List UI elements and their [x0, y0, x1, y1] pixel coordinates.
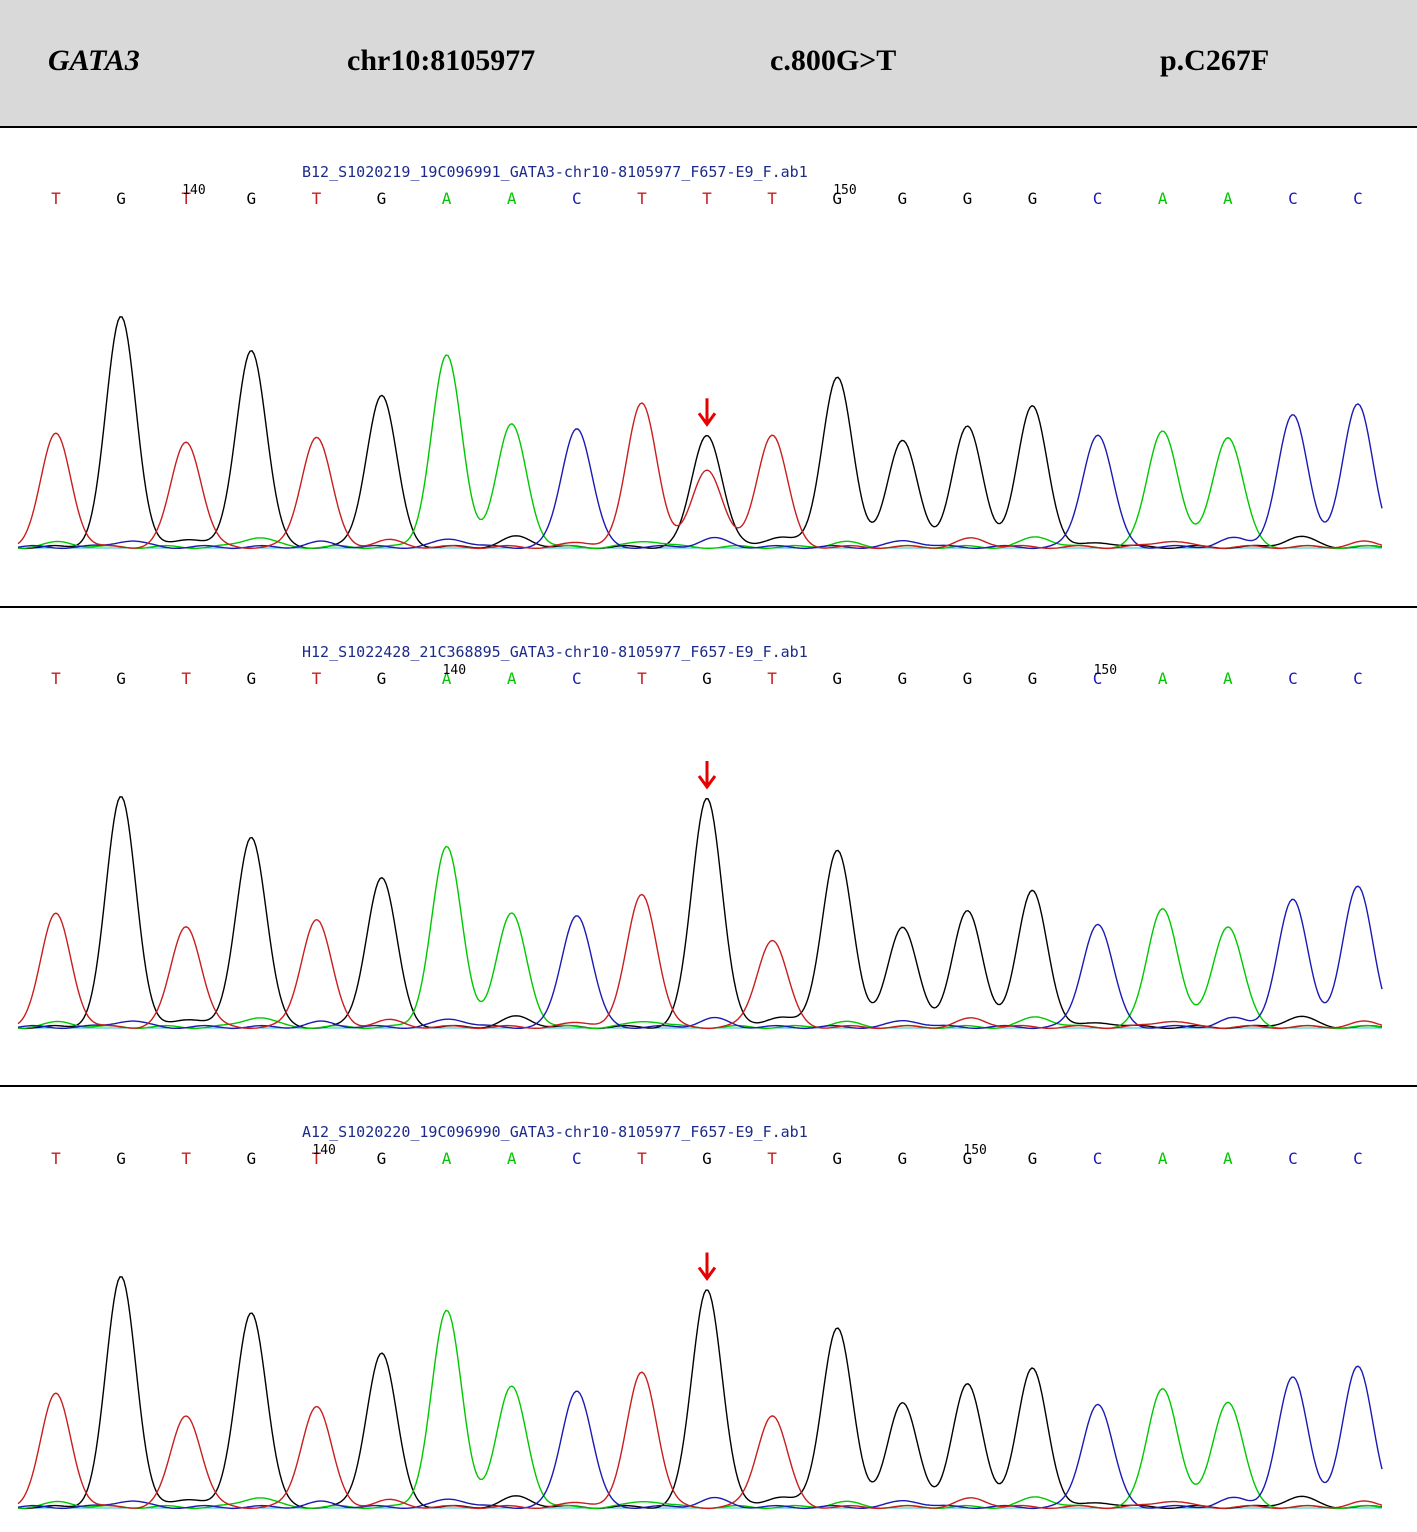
base-call-label: G: [116, 669, 126, 688]
position-label: 150: [833, 183, 856, 198]
base-call-label: G: [116, 189, 126, 208]
base-call-label: A: [1158, 669, 1168, 688]
base-call-label: T: [767, 1149, 777, 1168]
base-call-label: C: [1288, 189, 1298, 208]
base-call-label: G: [832, 1149, 842, 1168]
base-call-label: A: [1158, 189, 1168, 208]
base-call-label: T: [637, 1149, 647, 1168]
position-label: 140: [443, 663, 466, 678]
position-label: 150: [963, 1143, 986, 1158]
base-call-label: A: [1223, 669, 1233, 688]
variant-arrow-icon: [697, 1252, 717, 1282]
base-call-label: G: [246, 669, 256, 688]
base-call-label: T: [312, 189, 322, 208]
base-call-label: T: [181, 669, 191, 688]
base-call-label: G: [832, 669, 842, 688]
base-call-label: A: [507, 1149, 517, 1168]
variant-arrow-icon: [697, 398, 717, 427]
base-call-label: G: [963, 669, 973, 688]
base-call-label: T: [312, 669, 322, 688]
base-call-label: G: [116, 1149, 126, 1168]
trace-filename: B12_S1020219_19C096991_GATA3-chr10-81059…: [302, 163, 808, 181]
base-call-label: G: [246, 189, 256, 208]
base-call-label: A: [1223, 1149, 1233, 1168]
trace-filename: H12_S1022428_21C368895_GATA3-chr10-81059…: [302, 643, 808, 661]
base-call-label: C: [572, 189, 582, 208]
trace-channel-A: [17, 845, 1383, 1030]
position-label: 140: [312, 1143, 335, 1158]
base-call-label: T: [637, 669, 647, 688]
trace-channel-T: [17, 893, 1383, 1030]
base-call-label: A: [507, 669, 517, 688]
base-call-label: G: [377, 1149, 387, 1168]
base-call-label: T: [181, 1149, 191, 1168]
base-call-label: G: [702, 1149, 712, 1168]
position-label: 140: [182, 183, 205, 198]
base-call-label: G: [1028, 669, 1038, 688]
chromatogram-panel: B12_S1020219_19C096991_GATA3-chr10-81059…: [17, 163, 1383, 550]
trace-filename: A12_S1020220_19C096990_GATA3-chr10-81059…: [302, 1123, 808, 1141]
position-label: 150: [1094, 663, 1117, 678]
variant-arrow-icon: [697, 761, 717, 790]
base-call-label: T: [637, 189, 647, 208]
base-call-label: T: [702, 189, 712, 208]
base-call-label: T: [767, 189, 777, 208]
base-call-label: G: [702, 669, 712, 688]
base-call-label: A: [442, 1149, 452, 1168]
base-call-label: C: [1288, 669, 1298, 688]
trace-channel-G: [17, 796, 1383, 1030]
base-call-label: A: [1223, 189, 1233, 208]
trace-channel-A: [17, 1309, 1383, 1510]
base-call-label: G: [246, 1149, 256, 1168]
base-call-label: C: [1288, 1149, 1298, 1168]
trace-channel-G: [17, 316, 1383, 550]
base-call-label: G: [897, 669, 907, 688]
trace-channel-C: [17, 885, 1383, 1030]
base-call-label: G: [377, 189, 387, 208]
base-call-label: A: [442, 189, 452, 208]
trace-channel-C: [17, 1365, 1383, 1510]
base-call-label: G: [897, 1149, 907, 1168]
base-call-label: T: [51, 669, 61, 688]
base-call-label: G: [377, 669, 387, 688]
base-call-label: C: [1093, 189, 1103, 208]
base-call-label: A: [1158, 1149, 1168, 1168]
base-call-label: T: [51, 189, 61, 208]
base-call-label: G: [1028, 189, 1038, 208]
base-call-label: C: [1353, 189, 1363, 208]
trace-channel-A: [17, 354, 1383, 550]
chromatogram-panels: B12_S1020219_19C096991_GATA3-chr10-81059…: [17, 163, 1383, 1510]
base-call-label: T: [767, 669, 777, 688]
base-call-label: G: [1028, 1149, 1038, 1168]
base-call-label: T: [51, 1149, 61, 1168]
base-call-label: C: [572, 669, 582, 688]
base-call-label: C: [1353, 1149, 1363, 1168]
chromatogram-panel: H12_S1022428_21C368895_GATA3-chr10-81059…: [17, 643, 1383, 1030]
base-call-label: C: [1093, 1149, 1103, 1168]
trace-channel-T: [17, 1371, 1383, 1510]
chromatogram-panel: A12_S1020220_19C096990_GATA3-chr10-81059…: [17, 1123, 1383, 1510]
base-call-label: G: [963, 189, 973, 208]
base-call-label: C: [1353, 669, 1363, 688]
base-call-label: A: [507, 189, 517, 208]
base-call-label: C: [572, 1149, 582, 1168]
trace-channel-G: [17, 1276, 1383, 1510]
base-call-label: G: [897, 189, 907, 208]
